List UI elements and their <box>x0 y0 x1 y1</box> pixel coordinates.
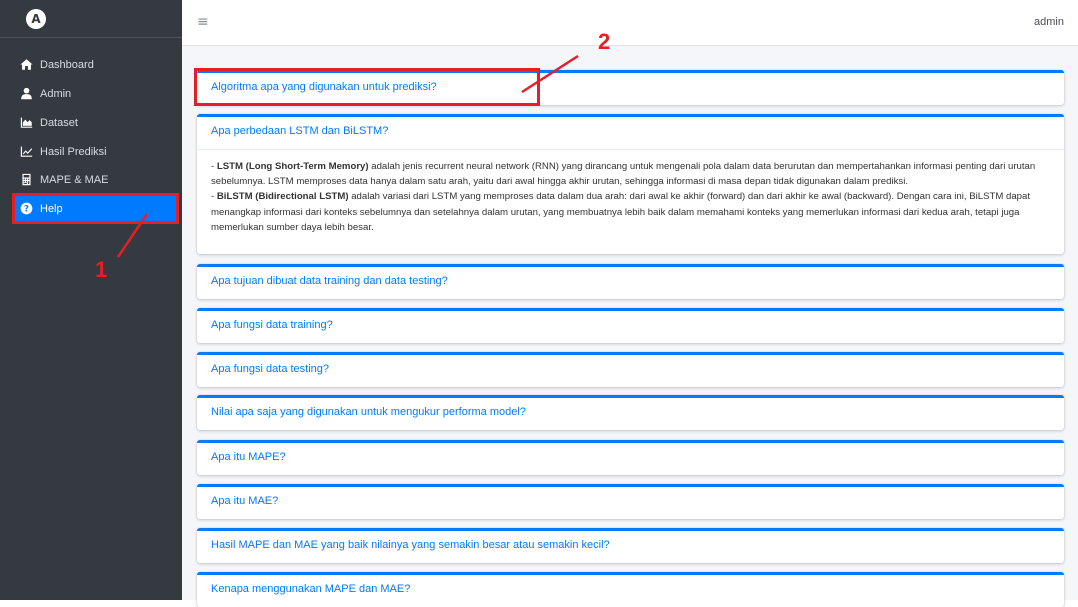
annotation-arrows <box>116 54 579 258</box>
annotation-label: 1 <box>95 257 108 282</box>
annotation-arrow-line <box>116 213 149 258</box>
annotation-arrow-line <box>521 54 579 94</box>
annotation-label: 2 <box>598 29 611 54</box>
